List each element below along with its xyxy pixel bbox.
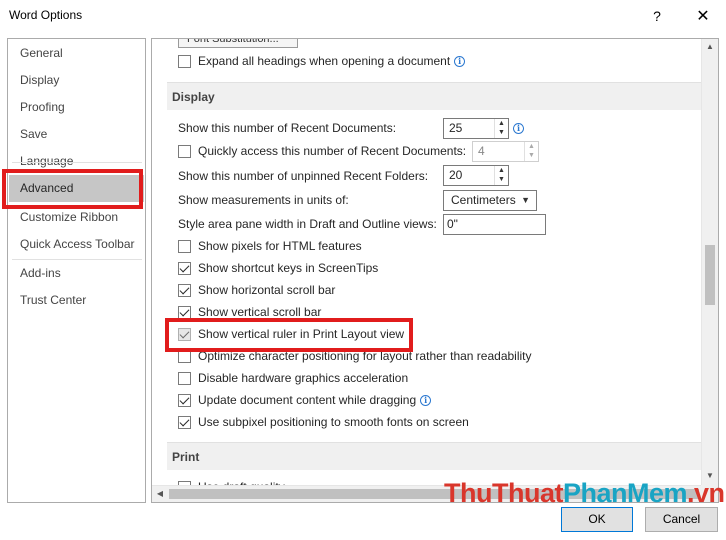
info-icon: i: [454, 56, 466, 67]
checkbox-show-pixels[interactable]: [178, 240, 191, 253]
sidebar-item-trust-center[interactable]: Trust Center: [9, 287, 144, 314]
disable-hardware-acceleration-label: Disable hardware graphics acceleration: [198, 371, 409, 385]
cancel-button[interactable]: Cancel: [645, 507, 718, 532]
checkbox-disable-hardware-acceleration[interactable]: [178, 372, 191, 385]
sidebar-item-customize-ribbon[interactable]: Customize Ribbon: [9, 204, 144, 231]
sidebar-item-general[interactable]: General: [9, 40, 144, 67]
sidebar-item-add-ins[interactable]: Add-ins: [9, 260, 144, 287]
quick-access-label: Quickly access this number of Recent Doc…: [198, 144, 467, 158]
recent-folders-label: Show this number of unpinned Recent Fold…: [178, 169, 429, 183]
recent-documents-label: Show this number of Recent Documents:: [178, 121, 397, 135]
recent-documents-spinner[interactable]: 25 ▲ ▼: [443, 118, 509, 139]
checkbox-subpixel-positioning[interactable]: [178, 416, 191, 429]
close-button[interactable]: ✕: [689, 4, 717, 28]
spinner-arrows-icon[interactable]: ▲ ▼: [494, 119, 508, 138]
scroll-left-icon[interactable]: ◀: [152, 486, 168, 502]
advanced-options-panel: Font Substitution... Expand all headings…: [151, 38, 719, 503]
measurement-units-select[interactable]: Centimeters ▼: [443, 190, 537, 211]
options-scroll-area: Font Substitution... Expand all headings…: [152, 39, 701, 485]
checkbox-horizontal-scroll-bar[interactable]: [178, 284, 191, 297]
checkbox-optimize-character-positioning[interactable]: [178, 350, 191, 363]
show-pixels-label: Show pixels for HTML features: [198, 239, 362, 253]
quick-access-spinner[interactable]: 4 ▲ ▼: [472, 141, 539, 162]
quick-access-checkbox[interactable]: [178, 145, 191, 158]
subpixel-positioning-label: Use subpixel positioning to smooth fonts…: [198, 415, 469, 429]
shortcut-keys-label: Show shortcut keys in ScreenTips: [198, 261, 379, 275]
ok-button[interactable]: OK: [561, 507, 633, 532]
watermark-logo: ThuThuatPhanMem.vn: [444, 478, 725, 508]
horizontal-scroll-bar-label: Show horizontal scroll bar: [198, 283, 336, 297]
chevron-down-icon: ▼: [521, 195, 530, 205]
recent-documents-value: 25: [449, 121, 463, 135]
measurements-label: Show measurements in units of:: [178, 193, 349, 207]
window-title: Word Options: [9, 8, 83, 22]
checkbox-vertical-scroll-bar[interactable]: [178, 306, 191, 319]
vertical-ruler-label: Show vertical ruler in Print Layout view: [198, 327, 405, 341]
info-icon: i: [513, 123, 524, 134]
info-icon: i: [420, 395, 432, 406]
sidebar-item-save[interactable]: Save: [9, 121, 144, 148]
help-button[interactable]: ?: [643, 4, 671, 28]
vertical-scroll-thumb[interactable]: [705, 245, 715, 305]
sidebar-item-advanced[interactable]: Advanced: [9, 175, 144, 202]
optimize-character-positioning-label: Optimize character positioning for layou…: [198, 349, 532, 363]
title-bar: Word Options ? ✕: [0, 0, 726, 32]
style-area-label: Style area pane width in Draft and Outli…: [178, 217, 437, 231]
options-sidebar: General Display Proofing Save Language A…: [7, 38, 146, 503]
spinner-arrows-icon[interactable]: ▲ ▼: [524, 142, 538, 161]
sidebar-item-quick-access-toolbar[interactable]: Quick Access Toolbar: [9, 231, 144, 258]
expand-headings-checkbox[interactable]: [178, 55, 191, 68]
vertical-scrollbar[interactable]: ▲ ▼: [701, 39, 718, 485]
checkbox-update-while-dragging[interactable]: [178, 394, 191, 407]
checkbox-shortcut-keys[interactable]: [178, 262, 191, 275]
sidebar-divider: [12, 162, 142, 163]
recent-folders-spinner[interactable]: 20 ▲ ▼: [443, 165, 509, 186]
scroll-up-icon[interactable]: ▲: [702, 39, 718, 55]
quick-access-value: 4: [478, 144, 485, 158]
expand-headings-label: Expand all headings when opening a docum…: [198, 51, 466, 71]
style-area-input[interactable]: 0": [443, 214, 546, 235]
print-section-header: Print: [167, 442, 701, 470]
font-substitution-button[interactable]: Font Substitution...: [178, 39, 298, 48]
sidebar-item-display[interactable]: Display: [9, 67, 144, 94]
checkbox-vertical-ruler[interactable]: [178, 328, 191, 341]
draft-quality-label: Use draft quality: [198, 477, 285, 485]
recent-folders-value: 20: [449, 168, 463, 182]
display-section-header: Display: [167, 82, 701, 110]
update-while-dragging-label: Update document content while dragging i: [198, 390, 432, 410]
spinner-arrows-icon[interactable]: ▲ ▼: [494, 166, 508, 185]
measurement-units-value: Centimeters: [451, 193, 516, 207]
sidebar-item-proofing[interactable]: Proofing: [9, 94, 144, 121]
vertical-scroll-bar-label: Show vertical scroll bar: [198, 305, 322, 319]
